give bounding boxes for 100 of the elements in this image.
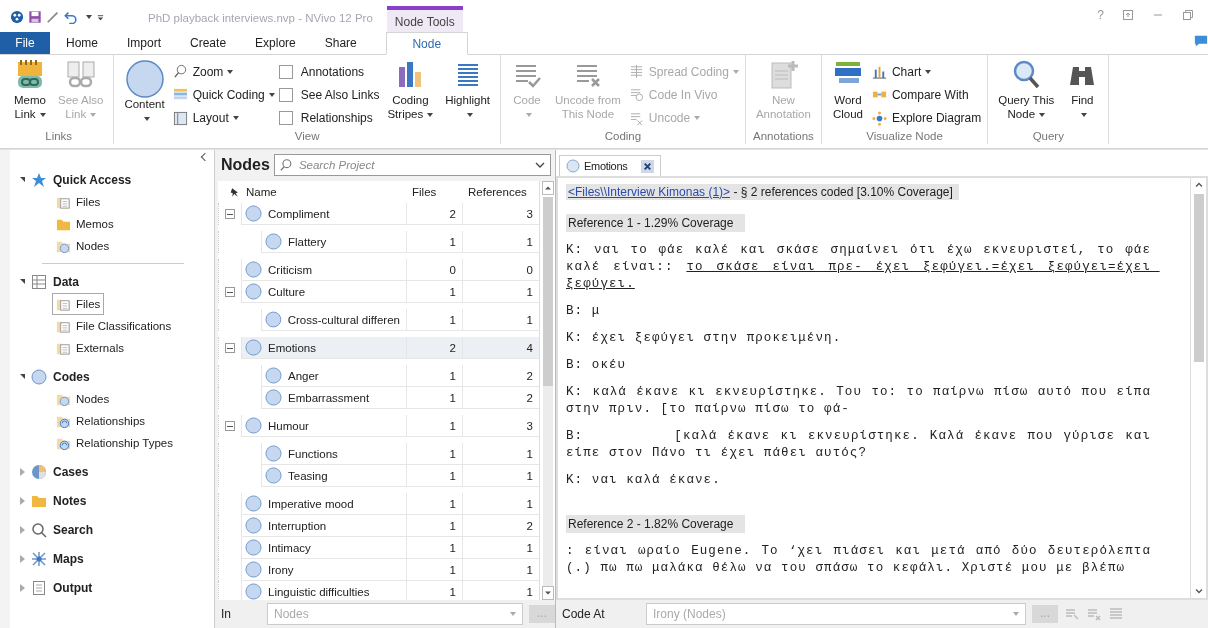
ribbon-tab[interactable]: Node <box>385 32 468 55</box>
ribbon-button[interactable]: Chart <box>871 60 982 83</box>
scrollbar[interactable] <box>1190 178 1206 598</box>
collapse-icon[interactable] <box>225 209 235 219</box>
node-row[interactable]: Imperative mood 1 1 <box>218 493 539 515</box>
ribbon-tab[interactable]: Import <box>114 32 175 54</box>
node-icon <box>245 417 262 434</box>
node-name: Cross-cultural differen <box>287 313 400 326</box>
restore-icon[interactable] <box>1182 9 1194 21</box>
node-row[interactable]: Anger 1 2 <box>218 365 539 387</box>
nav-section[interactable]: Maps <box>53 551 84 566</box>
collapse-icon[interactable] <box>225 421 235 431</box>
checkbox[interactable] <box>278 111 293 126</box>
pin-icon[interactable] <box>230 185 240 199</box>
nav-item[interactable]: Memos <box>52 213 118 235</box>
node-row[interactable]: Flattery 1 1 <box>218 231 539 253</box>
node-row[interactable]: Intimacy 1 1 <box>218 537 539 559</box>
caret-icon[interactable] <box>86 15 92 19</box>
node-row[interactable]: Cross-cultural differen 1 1 <box>218 309 539 331</box>
table-cell: 1 <box>406 465 462 487</box>
checkbox[interactable] <box>278 88 293 102</box>
collapsed-arrow-icon[interactable] <box>20 525 25 534</box>
close-icon[interactable] <box>641 159 655 173</box>
node-row[interactable]: Embarrassment 1 2 <box>218 387 539 409</box>
ribbon-button[interactable]: Memo Link <box>10 57 50 130</box>
node-row[interactable]: Irony 1 1 <box>218 559 539 581</box>
chevron-down-icon[interactable] <box>535 160 545 170</box>
column-header[interactable]: References <box>462 181 539 203</box>
nav-section[interactable]: Search <box>53 522 94 537</box>
ribbon-tab[interactable]: Explore <box>242 32 309 54</box>
scrollbar[interactable] <box>539 181 555 600</box>
file-tab[interactable]: File <box>0 32 50 54</box>
nav-section[interactable]: Data <box>53 274 79 289</box>
ribbon-button[interactable]: Coding Stripes <box>383 57 438 130</box>
ribbon-tab[interactable]: Share <box>311 32 370 54</box>
ribbon-button[interactable]: Highlight <box>441 57 494 130</box>
ribbon-button[interactable]: Quick Coding <box>172 84 275 106</box>
pen-icon[interactable] <box>46 10 60 24</box>
nav-section[interactable]: Cases <box>53 464 89 479</box>
ribbon-button[interactable]: Word Cloud <box>827 57 868 130</box>
ribbon-display-icon[interactable] <box>1122 9 1134 21</box>
nav-item[interactable]: Nodes <box>52 235 114 257</box>
ribbon-button[interactable]: Layout <box>172 107 275 130</box>
collapse-icon[interactable] <box>225 287 235 297</box>
nav-item[interactable]: Files <box>52 191 105 213</box>
nav-item[interactable]: Relationship Types <box>52 432 177 454</box>
scroll-down-icon[interactable] <box>541 586 554 600</box>
nav-section[interactable]: Quick Access <box>53 172 132 187</box>
ribbon-button[interactable]: Zoom <box>172 60 275 83</box>
node-row[interactable]: Functions 1 1 <box>218 443 539 465</box>
caret-icon <box>232 116 239 121</box>
collapse-icon[interactable] <box>225 343 235 353</box>
transcript-paragraph: Β: [καλά έκανε κι εκνευρίστηκε. Καλά έκανε που γύρισε και είπε στον Πάνο τι έχει πάθει αυτός? <box>566 428 1151 462</box>
collapsed-arrow-icon[interactable] <box>20 496 25 505</box>
node-row[interactable]: Criticism 0 0 <box>218 259 539 281</box>
save-icon[interactable] <box>28 10 42 24</box>
node-row[interactable]: Compliment 2 3 <box>218 203 539 225</box>
expanded-arrow-icon[interactable] <box>20 374 25 379</box>
search-field[interactable]: Search Project <box>273 154 551 176</box>
collapsed-arrow-icon[interactable] <box>20 554 25 563</box>
node-name: Linguistic difficulties <box>268 585 370 598</box>
collapsed-arrow-icon[interactable] <box>20 467 25 476</box>
expanded-arrow-icon[interactable] <box>20 279 25 284</box>
table-cell: 1 <box>406 515 462 537</box>
ribbon-button[interactable]: Explore Diagram <box>871 107 982 130</box>
nav-item[interactable]: File Classifications <box>52 315 176 337</box>
expanded-arrow-icon[interactable] <box>20 177 25 182</box>
ribbon-tab[interactable]: Home <box>53 32 111 54</box>
transcript-paragraph: Κ: έχει ξεφύγει στην προκειμένη. <box>566 330 843 347</box>
node-icon <box>265 367 282 384</box>
ribbon-button[interactable]: Content <box>120 57 169 130</box>
node-row[interactable]: Culture 1 1 <box>218 281 539 303</box>
scroll-up-icon[interactable] <box>541 181 554 195</box>
column-header[interactable]: Files <box>406 181 462 203</box>
checkbox-label: Relationships <box>300 111 373 126</box>
nav-item[interactable]: Nodes <box>52 388 114 410</box>
undo-icon[interactable] <box>64 10 78 24</box>
checkbox[interactable] <box>278 64 293 79</box>
ribbon-button[interactable]: Query This Node <box>994 57 1059 130</box>
document-tab[interactable]: Emotions <box>559 155 662 176</box>
nav-section[interactable]: Output <box>53 580 93 595</box>
collapsed-arrow-icon[interactable] <box>20 583 25 592</box>
nav-section[interactable]: Notes <box>53 493 87 508</box>
node-row[interactable]: Teasing 1 1 <box>218 465 539 487</box>
caret-icon <box>90 112 97 117</box>
file-link[interactable]: <Files\\Interview Kimonas (1)> <box>568 185 731 199</box>
node-row[interactable]: Humour 1 3 <box>218 415 539 437</box>
nav-item[interactable]: Files <box>52 293 105 315</box>
cabinet-icon <box>31 273 47 290</box>
node-row[interactable]: Interruption 1 2 <box>218 515 539 537</box>
nav-item[interactable]: Relationships <box>52 410 150 432</box>
ribbon-button[interactable]: Find <box>1062 57 1103 130</box>
ribbon-button[interactable]: Compare With <box>871 84 982 106</box>
nav-section[interactable]: Codes <box>53 369 90 384</box>
nav-item[interactable]: Externals <box>52 337 128 359</box>
table-cell: 1 <box>406 281 462 303</box>
column-header[interactable]: Name <box>240 181 406 203</box>
comment-icon[interactable] <box>1194 34 1208 48</box>
customize-icon[interactable] <box>96 12 105 22</box>
ribbon-tab[interactable]: Create <box>177 32 240 54</box>
